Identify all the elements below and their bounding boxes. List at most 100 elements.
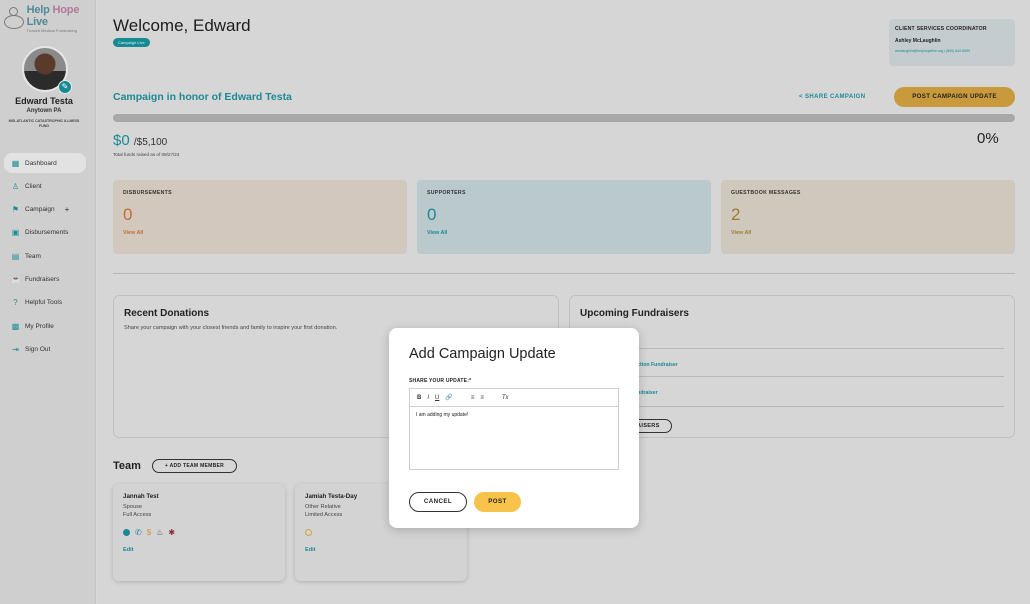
add-campaign-update-modal: Add Campaign Update SHARE YOUR UPDATE:* … (389, 328, 639, 528)
status-ring-icon (305, 528, 312, 536)
sidebar-item-label: Team (25, 252, 41, 260)
update-text-area[interactable]: I am adding my update! (410, 407, 618, 423)
ordered-list-icon[interactable]: ≡ (471, 395, 475, 401)
bullet-list-icon[interactable]: ≡ (480, 395, 484, 401)
divider (580, 376, 1004, 377)
modal-actions: CANCEL POST (409, 492, 521, 512)
view-all-link[interactable]: View All (427, 230, 701, 236)
sign-out-icon: ⇥ (12, 344, 19, 354)
permission-icons (305, 527, 457, 537)
page-title: Welcome, Edward (113, 16, 251, 35)
post-button[interactable]: POST (474, 492, 521, 512)
progress-percent: 0% (977, 130, 999, 147)
coordinator-title: CLIENT SERVICES COORDINATOR (895, 26, 987, 32)
editor-toolbar: B I U 🔗 ≡ ≡ Tx (410, 389, 618, 407)
view-all-link[interactable]: View All (123, 230, 397, 236)
sidebar-item-label: Campaign (25, 206, 55, 214)
team-title: Team (113, 460, 141, 472)
post-campaign-update-button[interactable]: POST CAMPAIGN UPDATE (894, 87, 1015, 107)
sidebar-item-label: Disbursements (25, 229, 69, 237)
goal-value: /$5,100 (133, 137, 168, 148)
fundraiser-link[interactable]: uction Fundraiser (634, 362, 678, 368)
team-member-card: Jannah Test Spouse Full Access ✆ $ ♨ ✱ E… (113, 484, 285, 581)
underline-icon[interactable]: U (435, 395, 439, 401)
italic-icon[interactable]: I (427, 395, 429, 401)
sidebar-item-label: Client (25, 182, 42, 190)
link-icon[interactable]: 🔗 (445, 394, 452, 401)
edit-member-link[interactable]: Edit (123, 547, 275, 553)
brand-tagline: Trusted Medical Fundraising (26, 28, 77, 33)
stat-value: 2 (731, 205, 741, 224)
sidebar: Help Hope Live Trusted Medical Fundraisi… (0, 0, 96, 604)
stat-value: 0 (123, 205, 133, 224)
panel-title: Recent Donations (124, 308, 210, 319)
user-name: Edward Testa (15, 96, 73, 106)
coordinator-contact[interactable]: amclaughlin@helphopelive.org • (800) 642… (895, 49, 1009, 53)
bold-icon[interactable]: B (417, 395, 421, 401)
sidebar-item-sign-out[interactable]: ⇥ Sign Out (4, 339, 86, 359)
team-icon: ▤ (11, 251, 20, 261)
stat-card-disbursements: DISBURSEMENTS 0 View All (113, 180, 407, 254)
sidebar-item-client[interactable]: ♙ Client (4, 176, 86, 196)
brand-name-left: Help (26, 4, 50, 16)
divider (580, 348, 1004, 349)
panel-title: Upcoming Fundraisers (580, 308, 689, 319)
stat-title: DISBURSEMENTS (123, 190, 172, 196)
sidebar-item-team[interactable]: ▤ Team (4, 246, 86, 266)
dashboard-icon: ▦ (11, 158, 20, 168)
divider (113, 273, 1015, 274)
status-badge: Campaign Live (113, 38, 150, 47)
raised-amount: $0 /$5,100 (113, 132, 167, 149)
logo-icon (4, 6, 24, 31)
stat-title: GUESTBOOK MESSAGES (731, 190, 801, 196)
brand-name-mid: Hope (52, 4, 80, 16)
sidebar-item-dashboard[interactable]: ▦ Dashboard (4, 153, 86, 173)
sidebar-item-label: My Profile (25, 322, 54, 330)
cake-icon: ♨ (156, 527, 164, 537)
dollar-icon: $ (146, 527, 152, 537)
sidebar-item-label: Sign Out (25, 345, 51, 353)
raised-note: Total funds raised as of 08/27/24 (113, 152, 180, 157)
divider (580, 406, 1004, 407)
edit-photo-icon[interactable]: ✎ (58, 80, 72, 94)
add-team-member-button[interactable]: + ADD TEAM MEMBER (152, 459, 237, 473)
member-relation: Spouse (123, 504, 142, 510)
sidebar-item-helpful-tools[interactable]: ? Helpful Tools (4, 293, 86, 313)
edit-member-link[interactable]: Edit (305, 547, 457, 553)
campaign-icon: ⚑ (11, 205, 20, 215)
stat-title: SUPPORTERS (427, 190, 466, 196)
view-all-link[interactable]: View All (731, 230, 1005, 236)
sidebar-nav: ▦ Dashboard ♙ Client ⚑ Campaign + ▣ Disb… (4, 153, 86, 363)
raised-value: $0 (113, 132, 130, 149)
campaign-progress-bar (113, 114, 1015, 122)
avatar-wrap: ✎ (22, 46, 72, 94)
expand-plus-icon[interactable]: + (65, 205, 70, 214)
status-dot-icon (123, 528, 130, 536)
share-label: SHARE CAMPAIGN (804, 94, 866, 100)
user-location: Anytown PA (26, 108, 62, 114)
stat-card-guestbook: GUESTBOOK MESSAGES 2 View All (721, 180, 1015, 254)
coordinator-name: Ashley McLaughlin (895, 38, 941, 44)
sidebar-item-disbursements[interactable]: ▣ Disbursements (4, 223, 86, 243)
sidebar-item-campaign[interactable]: ⚑ Campaign + (4, 200, 86, 220)
fundraisers-icon: ☕ (11, 274, 21, 284)
cancel-button[interactable]: CANCEL (409, 492, 467, 512)
update-field-label: SHARE YOUR UPDATE:* (409, 378, 472, 384)
sidebar-item-label: Dashboard (25, 159, 57, 167)
sidebar-item-label: Fundraisers (25, 275, 60, 283)
user-fund: MID-ATLANTIC CATASTROPHIC ILLNESS FUND (8, 119, 80, 128)
disbursements-icon: ▣ (11, 228, 20, 238)
modal-title: Add Campaign Update (409, 346, 556, 362)
brand-name-right: Live (26, 16, 48, 28)
client-icon: ♙ (11, 181, 20, 191)
phone-icon: ✆ (135, 527, 142, 537)
share-campaign-link[interactable]: < SHARE CAMPAIGN (799, 94, 865, 100)
stat-value: 0 (427, 205, 437, 224)
brand-logo[interactable]: Help Hope Live Trusted Medical Fundraisi… (4, 4, 95, 33)
clear-format-icon[interactable]: Tx (502, 395, 509, 401)
profile-icon: ▩ (11, 321, 20, 331)
coordinator-card: CLIENT SERVICES COORDINATOR Ashley McLau… (889, 19, 1015, 66)
rich-text-editor: B I U 🔗 ≡ ≡ Tx I am adding my update! (409, 388, 619, 470)
sidebar-item-fundraisers[interactable]: ☕ Fundraisers (4, 269, 86, 289)
sidebar-item-my-profile[interactable]: ▩ My Profile (4, 316, 86, 336)
